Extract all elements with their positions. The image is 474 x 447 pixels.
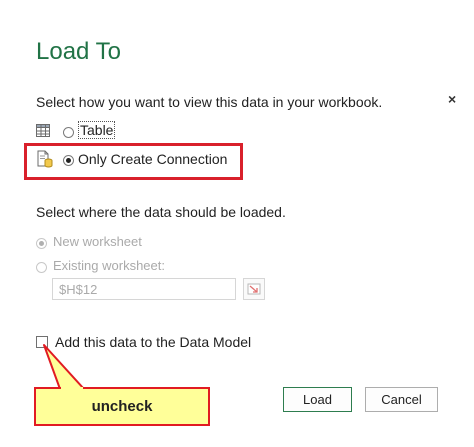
cell-reference-input[interactable]: $H$12 xyxy=(52,278,236,300)
uncheck-callout: uncheck xyxy=(34,387,210,426)
callout-text: uncheck xyxy=(91,398,153,415)
table-option-label[interactable]: Table xyxy=(78,121,116,139)
existing-worksheet-label[interactable]: Existing worksheet: xyxy=(53,258,165,273)
load-prompt: Select where the data should be loaded. xyxy=(36,204,286,220)
callout-pointer xyxy=(43,344,85,390)
load-button[interactable]: Load xyxy=(283,387,352,412)
callout-seam xyxy=(61,387,83,390)
cancel-button[interactable]: Cancel xyxy=(365,387,438,412)
new-worksheet-label[interactable]: New worksheet xyxy=(53,234,142,249)
close-icon[interactable]: × xyxy=(448,91,456,107)
highlight-box xyxy=(24,143,243,180)
table-radio[interactable] xyxy=(63,125,74,143)
table-icon xyxy=(36,124,50,137)
dialog-title: Load To xyxy=(36,38,121,65)
range-select-icon[interactable] xyxy=(244,279,264,299)
range-select-button[interactable] xyxy=(243,278,265,300)
close-button[interactable]: × xyxy=(448,92,456,106)
existing-worksheet-radio[interactable] xyxy=(36,260,47,278)
view-prompt: Select how you want to view this data in… xyxy=(36,94,383,110)
new-worksheet-radio[interactable] xyxy=(36,236,47,254)
